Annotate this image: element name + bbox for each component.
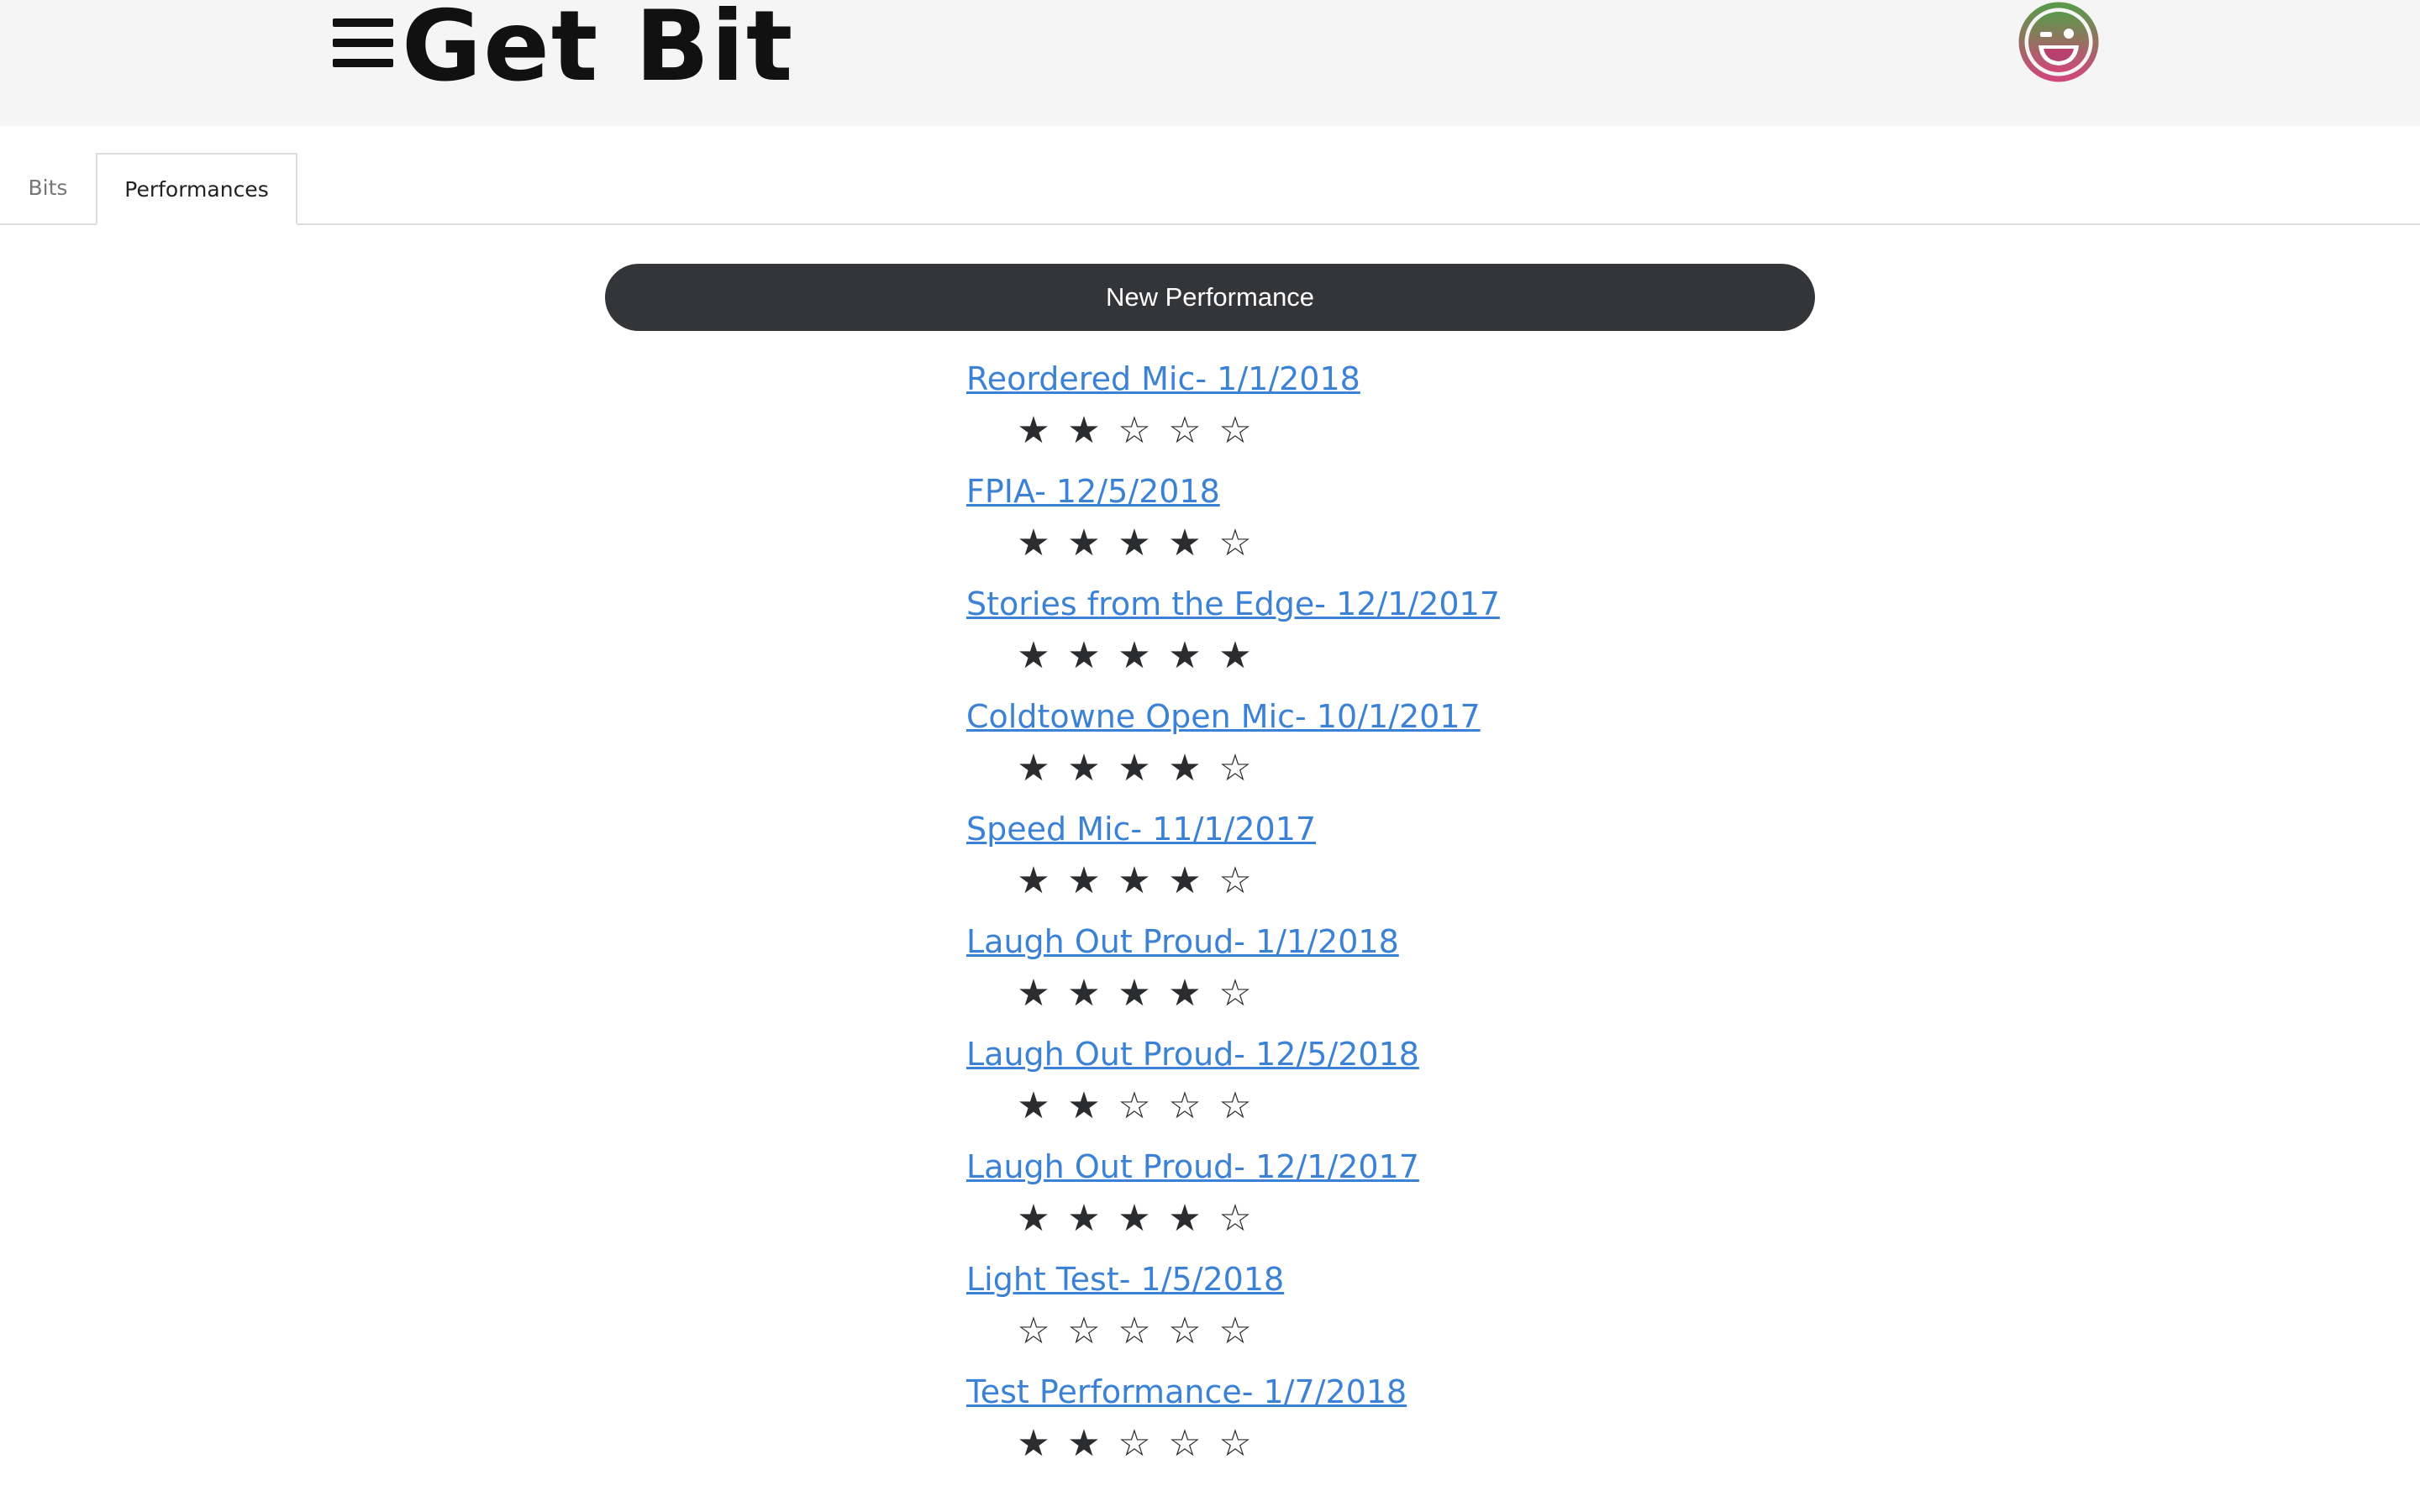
star-empty-icon[interactable]: ☆ bbox=[1210, 748, 1260, 790]
brand-title: Get Bit bbox=[402, 0, 795, 103]
star-filled-icon[interactable]: ★ bbox=[1109, 522, 1160, 564]
new-performance-button[interactable]: New Performance bbox=[605, 264, 1815, 331]
star-filled-icon[interactable]: ★ bbox=[1109, 860, 1160, 902]
star-filled-icon[interactable]: ★ bbox=[1109, 635, 1160, 677]
star-empty-icon[interactable]: ☆ bbox=[1210, 1198, 1260, 1240]
star-filled-icon[interactable]: ★ bbox=[1008, 973, 1059, 1015]
star-filled-icon[interactable]: ★ bbox=[1109, 748, 1160, 790]
star-rating: ★ ★ ☆ ☆ ☆ bbox=[1008, 410, 1260, 452]
star-filled-icon[interactable]: ★ bbox=[1160, 860, 1210, 902]
star-filled-icon[interactable]: ★ bbox=[1008, 410, 1059, 452]
star-filled-icon[interactable]: ★ bbox=[1059, 860, 1109, 902]
star-rating: ★ ★ ★ ★ ☆ bbox=[1008, 522, 1260, 564]
star-filled-icon[interactable]: ★ bbox=[1008, 522, 1059, 564]
star-empty-icon[interactable]: ☆ bbox=[1059, 1310, 1109, 1352]
star-filled-icon[interactable]: ★ bbox=[1160, 973, 1210, 1015]
tab-bits[interactable]: Bits bbox=[0, 153, 96, 223]
tab-bar: Bits Performances bbox=[0, 153, 2420, 225]
winking-face-icon bbox=[2018, 2, 2099, 82]
star-filled-icon[interactable]: ★ bbox=[1059, 1423, 1109, 1465]
star-empty-icon[interactable]: ☆ bbox=[1160, 1310, 1210, 1352]
star-rating: ☆ ☆ ☆ ☆ ☆ bbox=[1008, 1310, 1260, 1352]
performance-link[interactable]: Reordered Mic- 1/1/2018 bbox=[966, 358, 1360, 400]
list-item: Test Performance- 1/7/2018 ★ ★ ☆ ☆ ☆ bbox=[966, 1366, 1723, 1478]
star-rating: ★ ★ ☆ ☆ ☆ bbox=[1008, 1423, 1260, 1465]
star-filled-icon[interactable]: ★ bbox=[1059, 522, 1109, 564]
star-empty-icon[interactable]: ☆ bbox=[1109, 1423, 1160, 1465]
star-filled-icon[interactable]: ★ bbox=[1160, 635, 1210, 677]
performance-link[interactable]: Laugh Out Proud- 12/1/2017 bbox=[966, 1146, 1419, 1188]
list-item: Light Test- 1/5/2018 ☆ ☆ ☆ ☆ ☆ bbox=[966, 1253, 1723, 1366]
list-item: Stories from the Edge- 12/1/2017 ★ ★ ★ ★ ★ bbox=[966, 578, 1723, 690]
performance-link[interactable]: Speed Mic- 11/1/2017 bbox=[966, 808, 1316, 850]
avatar[interactable] bbox=[2018, 2, 2099, 82]
star-filled-icon[interactable]: ★ bbox=[1210, 635, 1260, 677]
hamburger-menu-icon[interactable] bbox=[333, 18, 393, 67]
star-empty-icon[interactable]: ☆ bbox=[1210, 522, 1260, 564]
app-header: Get Bit bbox=[0, 0, 2420, 126]
list-item: Laugh Out Proud- 12/5/2018 ★ ★ ☆ ☆ ☆ bbox=[966, 1028, 1723, 1141]
list-item: Coldtowne Open Mic- 10/1/2017 ★ ★ ★ ★ ☆ bbox=[966, 690, 1723, 803]
star-empty-icon[interactable]: ☆ bbox=[1160, 410, 1210, 452]
star-filled-icon[interactable]: ★ bbox=[1008, 635, 1059, 677]
star-rating: ★ ★ ★ ★ ☆ bbox=[1008, 860, 1260, 902]
star-filled-icon[interactable]: ★ bbox=[1059, 410, 1109, 452]
star-filled-icon[interactable]: ★ bbox=[1059, 1198, 1109, 1240]
list-item: Reordered Mic- 1/1/2018 ★ ★ ☆ ☆ ☆ bbox=[966, 353, 1723, 465]
star-filled-icon[interactable]: ★ bbox=[1109, 1198, 1160, 1240]
star-filled-icon[interactable]: ★ bbox=[1008, 748, 1059, 790]
performance-link[interactable]: Test Performance- 1/7/2018 bbox=[966, 1371, 1407, 1413]
star-filled-icon[interactable]: ★ bbox=[1160, 1198, 1210, 1240]
star-filled-icon[interactable]: ★ bbox=[1059, 1085, 1109, 1127]
list-item: Laugh Out Proud- 1/1/2018 ★ ★ ★ ★ ☆ bbox=[966, 916, 1723, 1028]
performance-link[interactable]: FPIA- 12/5/2018 bbox=[966, 470, 1220, 512]
star-filled-icon[interactable]: ★ bbox=[1160, 522, 1210, 564]
performance-link[interactable]: Light Test- 1/5/2018 bbox=[966, 1258, 1284, 1300]
star-filled-icon[interactable]: ★ bbox=[1059, 635, 1109, 677]
performance-link[interactable]: Stories from the Edge- 12/1/2017 bbox=[966, 583, 1500, 625]
performance-link[interactable]: Laugh Out Proud- 12/5/2018 bbox=[966, 1033, 1419, 1075]
star-rating: ★ ★ ☆ ☆ ☆ bbox=[1008, 1085, 1260, 1127]
star-empty-icon[interactable]: ☆ bbox=[1109, 1310, 1160, 1352]
performance-link[interactable]: Laugh Out Proud- 1/1/2018 bbox=[966, 921, 1399, 963]
list-item: Laugh Out Proud- 12/1/2017 ★ ★ ★ ★ ☆ bbox=[966, 1141, 1723, 1253]
star-empty-icon[interactable]: ☆ bbox=[1210, 973, 1260, 1015]
star-empty-icon[interactable]: ☆ bbox=[1210, 410, 1260, 452]
star-filled-icon[interactable]: ★ bbox=[1059, 973, 1109, 1015]
star-empty-icon[interactable]: ☆ bbox=[1210, 860, 1260, 902]
star-empty-icon[interactable]: ☆ bbox=[1210, 1085, 1260, 1127]
star-rating: ★ ★ ★ ★ ☆ bbox=[1008, 973, 1260, 1015]
star-empty-icon[interactable]: ☆ bbox=[1109, 1085, 1160, 1127]
star-empty-icon[interactable]: ☆ bbox=[1109, 410, 1160, 452]
star-filled-icon[interactable]: ★ bbox=[1160, 748, 1210, 790]
star-filled-icon[interactable]: ★ bbox=[1059, 748, 1109, 790]
star-empty-icon[interactable]: ☆ bbox=[1160, 1085, 1210, 1127]
star-rating: ★ ★ ★ ★ ☆ bbox=[1008, 1198, 1260, 1240]
star-empty-icon[interactable]: ☆ bbox=[1160, 1423, 1210, 1465]
star-empty-icon[interactable]: ☆ bbox=[1210, 1423, 1260, 1465]
tab-performances[interactable]: Performances bbox=[96, 153, 297, 225]
performance-list: Reordered Mic- 1/1/2018 ★ ★ ☆ ☆ ☆ FPIA- 12/5/2… bbox=[966, 353, 1723, 1478]
star-filled-icon[interactable]: ★ bbox=[1008, 860, 1059, 902]
star-filled-icon[interactable]: ★ bbox=[1008, 1085, 1059, 1127]
star-empty-icon[interactable]: ☆ bbox=[1008, 1310, 1059, 1352]
star-rating: ★ ★ ★ ★ ★ bbox=[1008, 635, 1260, 677]
star-filled-icon[interactable]: ★ bbox=[1109, 973, 1160, 1015]
star-empty-icon[interactable]: ☆ bbox=[1210, 1310, 1260, 1352]
star-filled-icon[interactable]: ★ bbox=[1008, 1198, 1059, 1240]
list-item: FPIA- 12/5/2018 ★ ★ ★ ★ ☆ bbox=[966, 465, 1723, 578]
performance-link[interactable]: Coldtowne Open Mic- 10/1/2017 bbox=[966, 696, 1481, 738]
list-item: Speed Mic- 11/1/2017 ★ ★ ★ ★ ☆ bbox=[966, 803, 1723, 916]
star-filled-icon[interactable]: ★ bbox=[1008, 1423, 1059, 1465]
star-rating: ★ ★ ★ ★ ☆ bbox=[1008, 748, 1260, 790]
